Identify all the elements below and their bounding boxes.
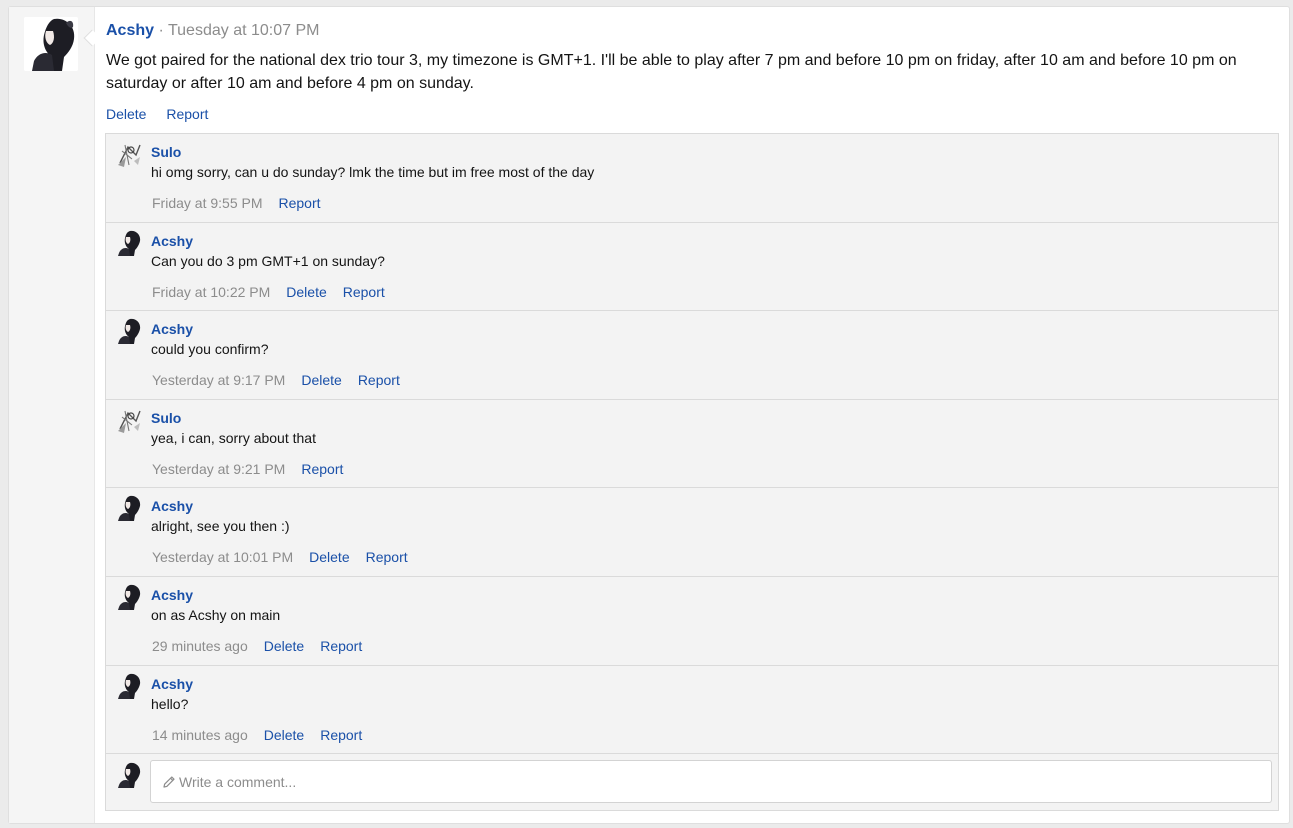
comment-text: hi omg sorry, can u do sunday? lmk the t… — [151, 164, 595, 180]
acshy-avatar[interactable] — [24, 17, 78, 71]
comment-timestamp[interactable]: Yesterday at 9:21 PM — [152, 461, 285, 477]
comment-list: Sulo hi omg sorry, can u do sunday? lmk t… — [105, 133, 1279, 811]
comment-text: on as Acshy on main — [151, 606, 281, 623]
comment-item: Acshy alright, see you then :) Yesterday a… — [106, 488, 1278, 577]
comment-timestamp[interactable]: Yesterday at 10:01 PM — [152, 549, 293, 565]
acshy-avatar[interactable] — [116, 672, 142, 699]
acshy-avatar[interactable] — [116, 583, 142, 610]
pencil-icon — [163, 776, 175, 788]
acshy-avatar[interactable] — [116, 495, 142, 522]
comment-report-link[interactable]: Report — [320, 638, 362, 654]
comment-meta: Friday at 10:22 PM Delete Report — [152, 283, 401, 301]
acshy-avatar[interactable] — [116, 229, 142, 256]
comment-meta: 14 minutes ago Delete Report — [152, 726, 378, 744]
comment-meta: Yesterday at 9:17 PM Delete Report — [152, 371, 416, 389]
comment-timestamp[interactable]: Friday at 9:55 PM — [152, 195, 263, 211]
post-actions: Delete Report — [106, 105, 224, 123]
comment-item: Acshy Can you do 3 pm GMT+1 on sunday? Fri… — [106, 223, 1278, 312]
comment-text: yea, i can, sorry about that — [151, 429, 316, 446]
comment-delete-link[interactable]: Delete — [301, 372, 341, 388]
comment-author-link[interactable]: Acshy — [151, 497, 193, 515]
comment-meta: Friday at 9:55 PM Report — [152, 194, 337, 212]
post-timestamp[interactable]: Tuesday at 10:07 PM — [168, 22, 320, 39]
acshy-avatar[interactable] — [116, 762, 142, 788]
comment-timestamp[interactable]: Yesterday at 9:17 PM — [152, 372, 285, 388]
comment-meta: Yesterday at 10:01 PM Delete Report — [152, 548, 424, 566]
comment-item: Acshy on as Acshy on main 29 minutes ago De… — [106, 577, 1278, 666]
comment-delete-link[interactable]: Delete — [264, 727, 304, 743]
reply-row — [106, 753, 1278, 810]
comment-author-link[interactable]: Acshy — [151, 320, 193, 338]
sulo-avatar[interactable] — [116, 406, 142, 433]
comment-author-link[interactable]: Acshy — [151, 232, 193, 250]
comment-report-link[interactable]: Report — [279, 195, 321, 211]
comment-author-link[interactable]: Acshy — [151, 675, 193, 693]
comment-text: could you confirm? — [151, 341, 269, 358]
comment-report-link[interactable]: Report — [301, 461, 343, 477]
post-report-link[interactable]: Report — [166, 106, 208, 122]
comment-box[interactable] — [150, 760, 1272, 803]
comment-report-link[interactable]: Report — [366, 549, 408, 565]
comment-author-link[interactable]: Sulo — [151, 143, 181, 161]
comment-delete-link[interactable]: Delete — [309, 549, 349, 565]
comment-item: Acshy could you confirm? Yesterday at 9:17… — [106, 311, 1278, 400]
comment-text: alright, see you then :) — [151, 518, 290, 535]
sulo-avatar[interactable] — [116, 141, 142, 167]
post-avatar-column — [9, 7, 95, 823]
comment-text: Can you do 3 pm GMT+1 on sunday? — [151, 252, 385, 269]
comment-meta: 29 minutes ago Delete Report — [152, 637, 378, 655]
comment-report-link[interactable]: Report — [343, 284, 385, 300]
comment-timestamp[interactable]: Friday at 10:22 PM — [152, 284, 270, 300]
acshy-avatar[interactable] — [116, 318, 142, 345]
comment-item: Sulo hi omg sorry, can u do sunday? lmk t… — [106, 134, 1278, 223]
comment-delete-link[interactable]: Delete — [264, 638, 304, 654]
profile-post-card: Acshy · Tuesday at 10:07 PM We got paire… — [8, 6, 1290, 824]
comment-text: hello? — [151, 695, 189, 712]
post-message: We got paired for the national dex trio … — [106, 52, 1237, 92]
comment-meta: Yesterday at 9:21 PM Report — [152, 460, 359, 478]
comment-delete-link[interactable]: Delete — [286, 284, 326, 300]
comment-author-link[interactable]: Sulo — [151, 409, 181, 427]
post-author-link[interactable]: Acshy — [106, 22, 154, 39]
comment-report-link[interactable]: Report — [358, 372, 400, 388]
header-separator: · — [158, 22, 164, 39]
post-header: Acshy · Tuesday at 10:07 PM — [106, 21, 319, 41]
comment-input[interactable] — [179, 761, 1259, 802]
comment-item: Acshy hello? 14 minutes ago Delete Report — [106, 666, 1278, 755]
comment-timestamp[interactable]: 14 minutes ago — [152, 727, 248, 743]
comment-timestamp[interactable]: 29 minutes ago — [152, 638, 248, 654]
comment-item: Sulo yea, i can, sorry about that Yesterda… — [106, 400, 1278, 489]
comment-author-link[interactable]: Acshy — [151, 586, 193, 604]
post-delete-link[interactable]: Delete — [106, 106, 146, 122]
comment-report-link[interactable]: Report — [320, 727, 362, 743]
